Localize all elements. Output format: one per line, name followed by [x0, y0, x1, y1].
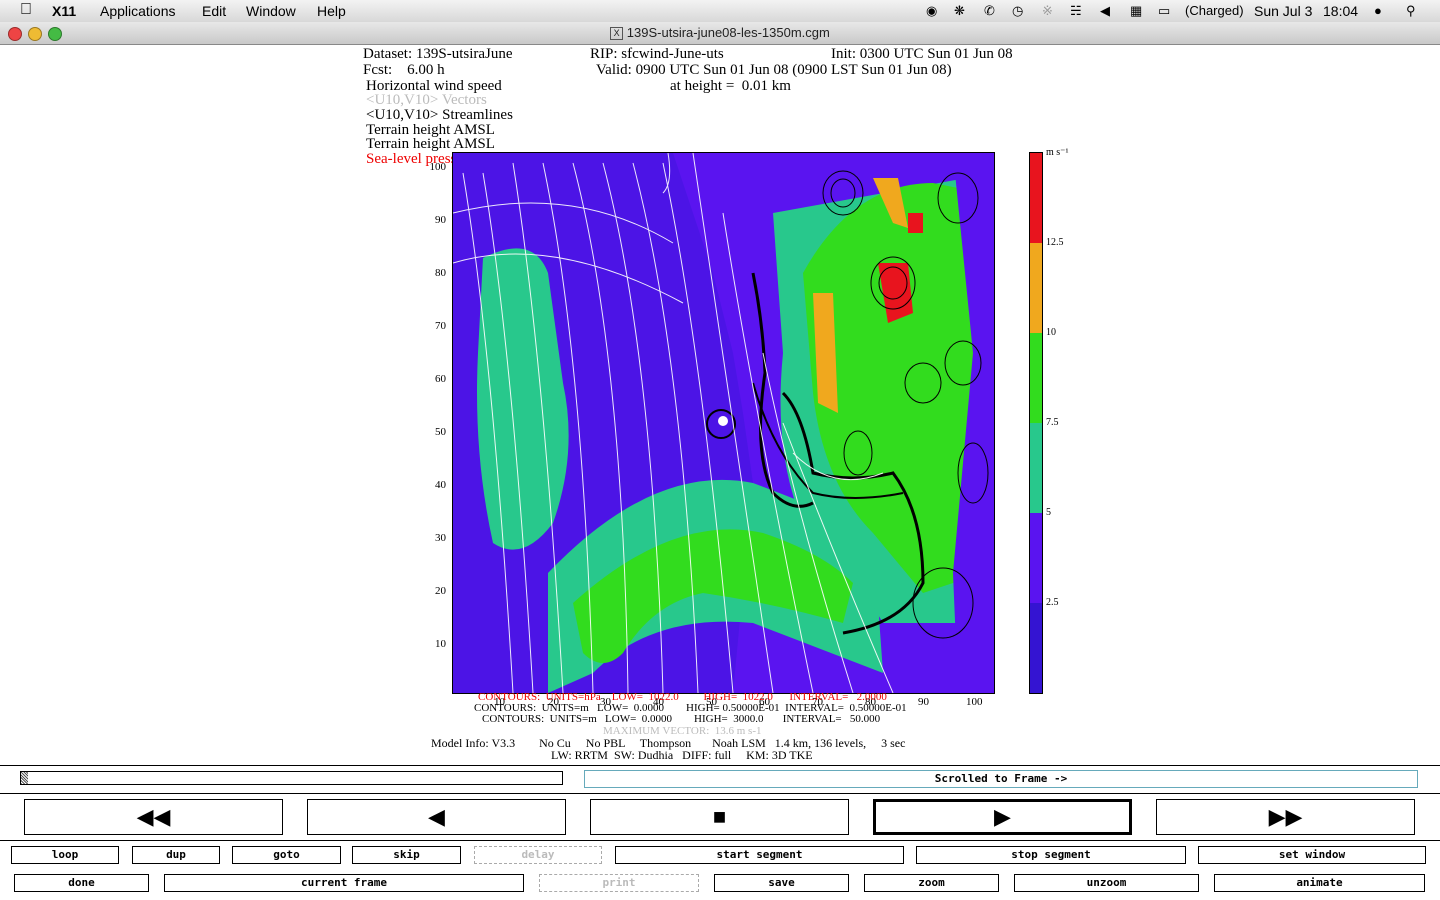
colorbar-label-7-5: 7.5 [1046, 417, 1059, 428]
frame-scrollbar[interactable] [20, 771, 563, 785]
menubar-time[interactable]: 18:04 [1323, 3, 1358, 19]
init-label: Init: 0300 UTC Sun 01 Jun 08 [831, 46, 1013, 62]
scrollbar-thumb[interactable] [21, 772, 28, 784]
user-icon[interactable]: ● [1374, 3, 1382, 18]
y-tick-80: 80 [435, 267, 446, 279]
colorbar-label-2-5: 2.5 [1046, 597, 1059, 608]
spotlight-icon[interactable]: ⚲ [1406, 3, 1416, 19]
print-button[interactable]: print [539, 874, 699, 892]
delay-button[interactable]: delay [474, 846, 602, 864]
colorbar-segment-blue [1030, 603, 1042, 693]
play-icon: ▶ [994, 804, 1011, 829]
colorbar-segment-violet [1030, 513, 1042, 603]
loop-button[interactable]: loop [11, 846, 119, 864]
step-back-button[interactable]: ◀ [307, 799, 566, 835]
step-back-icon: ◀ [428, 804, 445, 829]
battery-status[interactable]: (Charged) [1185, 3, 1244, 18]
start-segment-button[interactable]: start segment [615, 846, 904, 864]
colorbar-label-10: 10 [1046, 327, 1056, 338]
height-label: at height = 0.01 km [670, 78, 791, 94]
field-vectors: <U10,V10> Vectors [366, 92, 487, 108]
wind-speed-map [452, 152, 995, 694]
window-title-text: 139S-utsira-june08-les-1350m.cgm [626, 25, 830, 40]
rip-label: RIP: sfcwind-June-uts [590, 46, 724, 62]
bluetooth-icon[interactable]: ❋ [954, 3, 965, 19]
field-streamlines: <U10,V10> Streamlines [366, 107, 513, 123]
separator-bottom [0, 840, 1440, 841]
unzoom-button[interactable]: unzoom [1014, 874, 1199, 892]
calendar-icon[interactable]: ▦ [1130, 3, 1142, 19]
separator-top [0, 765, 1440, 766]
save-button[interactable]: save [714, 874, 849, 892]
menubar-date[interactable]: Sun Jul 3 [1254, 3, 1312, 19]
footer-physics-info: LW: RRTM SW: Dudhia DIFF: full KM: 3D TK… [551, 748, 813, 762]
colorbar-unit: m s⁻¹ [1046, 147, 1069, 158]
x-tick-90: 90 [918, 696, 929, 708]
fast-forward-icon: ▶▶ [1268, 804, 1303, 829]
goto-button[interactable]: goto [232, 846, 341, 864]
volume-icon[interactable]: ◀ [1100, 3, 1110, 19]
play-button[interactable]: ▶ [873, 799, 1132, 835]
y-tick-30: 30 [435, 532, 446, 544]
menu-applications[interactable]: Applications [100, 3, 176, 19]
valid-label: Valid: 0900 UTC Sun 01 Jun 08 (0900 LST … [596, 62, 952, 78]
y-tick-90: 90 [435, 214, 446, 226]
y-tick-50: 50 [435, 426, 446, 438]
phone-icon[interactable]: ✆ [984, 3, 995, 19]
stop-segment-button[interactable]: stop segment [916, 846, 1186, 864]
fast-forward-button[interactable]: ▶▶ [1156, 799, 1415, 835]
colorbar [1029, 152, 1043, 694]
dup-button[interactable]: dup [132, 846, 220, 864]
stop-icon: ■ [712, 804, 727, 829]
skip-button[interactable]: skip [352, 846, 461, 864]
y-tick-70: 70 [435, 320, 446, 332]
colorbar-label-12-5: 12.5 [1046, 237, 1064, 248]
y-tick-10: 10 [435, 638, 446, 650]
colorbar-segment-teal [1030, 423, 1042, 513]
window-titlebar[interactable]: X 139S-utsira-june08-les-1350m.cgm [0, 22, 1440, 45]
menu-bar:  X11 Applications Edit Window Help ◉ ❋ … [0, 0, 1440, 23]
current-frame-button[interactable]: current frame [164, 874, 524, 892]
colorbar-label-5: 5 [1046, 507, 1051, 518]
done-button[interactable]: done [14, 874, 149, 892]
animate-button[interactable]: animate [1214, 874, 1425, 892]
apple-icon[interactable]:  [20, 1, 32, 19]
rewind-button[interactable]: ◀◀ [24, 799, 283, 835]
y-tick-60: 60 [435, 373, 446, 385]
time-machine-icon[interactable]: ◷ [1012, 3, 1023, 19]
colorbar-segment-green [1030, 333, 1042, 423]
y-tick-100: 100 [429, 161, 447, 173]
field-terrain-2: Terrain height AMSL [366, 136, 495, 152]
footer-contours-terrain-2: CONTOURS: UNITS=m LOW= 0.0000 HIGH= 3000… [482, 713, 881, 725]
rewind-icon: ◀◀ [136, 804, 171, 829]
menu-help[interactable]: Help [317, 3, 346, 19]
frame-status-field: Scrolled to Frame -> [584, 770, 1418, 788]
y-tick-20: 20 [435, 585, 446, 597]
stop-button[interactable]: ■ [590, 799, 849, 835]
colorbar-segment-orange [1030, 243, 1042, 333]
alien-icon[interactable]: ◉ [926, 3, 937, 19]
menu-edit[interactable]: Edit [202, 3, 226, 19]
bluetooth-off-icon[interactable]: ※ [1042, 3, 1053, 19]
dataset-label: Dataset: 139S-utsiraJune [363, 46, 513, 62]
wifi-icon[interactable]: ☵ [1070, 3, 1082, 19]
menu-window[interactable]: Window [246, 3, 296, 19]
x-tick-100: 100 [966, 696, 983, 708]
zoom-button-ctl[interactable]: zoom [864, 874, 999, 892]
separator-mid [0, 793, 1440, 794]
battery-icon[interactable]: ▭ [1158, 3, 1170, 19]
x11-icon: X [610, 27, 624, 41]
colorbar-segment-red [1030, 153, 1042, 243]
fcst-label: Fcst: 6.00 h [363, 62, 445, 78]
window-title: X 139S-utsira-june08-les-1350m.cgm [0, 25, 1440, 41]
app-menu[interactable]: X11 [52, 3, 76, 19]
y-tick-40: 40 [435, 479, 446, 491]
set-window-button[interactable]: set window [1198, 846, 1426, 864]
